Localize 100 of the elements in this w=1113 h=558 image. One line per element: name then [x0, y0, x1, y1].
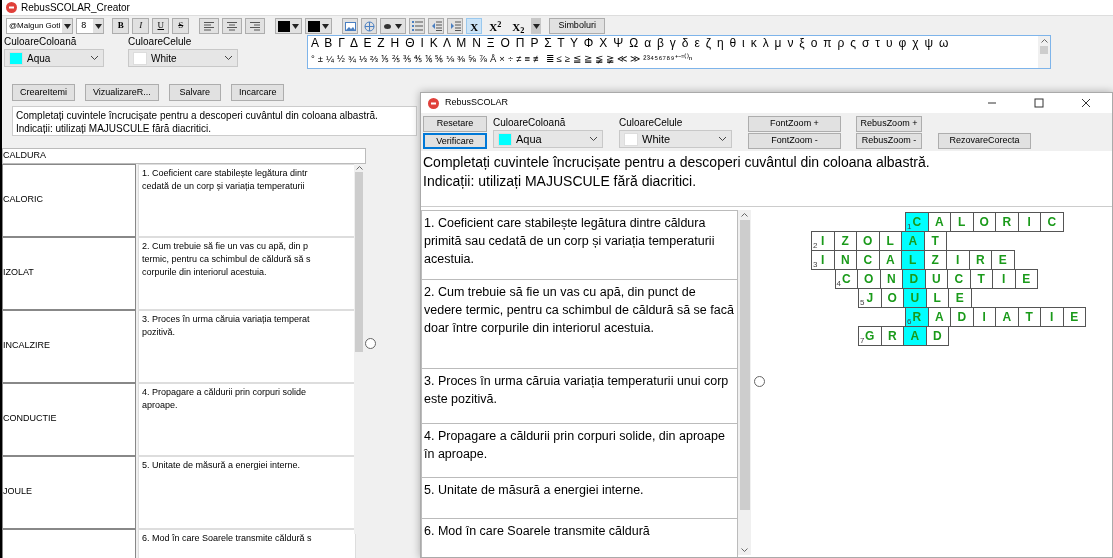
splitter-handle[interactable]	[365, 337, 376, 349]
list-button[interactable]	[409, 18, 426, 34]
align-button[interactable]	[245, 18, 266, 34]
dot-icon	[384, 23, 392, 29]
size-dropdown[interactable]: 8	[76, 18, 105, 34]
crossword-cell[interactable]: 3 I	[811, 250, 835, 270]
script-button[interactable]: X$_{2}$	[508, 18, 529, 34]
crossword-cell[interactable]: R	[995, 212, 1019, 232]
crossword-cell[interactable]: C	[1040, 212, 1064, 232]
align-button[interactable]	[199, 18, 220, 34]
splitter-handle[interactable]	[754, 376, 765, 387]
instructions-line: Completați cuvintele încrucișate pentru a descoperi cuvântul din coloana albastră.	[16, 109, 379, 122]
format-button[interactable]: S	[172, 18, 190, 34]
scrollbar[interactable]	[738, 210, 751, 555]
dropdown-value: Aqua	[27, 51, 52, 66]
crossword-cell[interactable]: I	[972, 307, 996, 327]
crossword-cell[interactable]: O	[972, 212, 996, 232]
toolbar-button[interactable]: Incarcare	[230, 84, 285, 101]
clue-number: 7	[860, 337, 865, 345]
word-cell[interactable]: JOULE	[2, 455, 136, 529]
toolbar-button[interactable]: VizualizareR...	[85, 84, 159, 101]
color-picker[interactable]	[275, 18, 303, 34]
format-button[interactable]: B	[112, 18, 130, 34]
instructions-line: Completați cuvintele încrucișate pentru a descoperi cuvântul din coloana albastră.	[423, 153, 931, 172]
clue-cell[interactable]: 6. Mod în care Soarele transmite căldură s	[138, 528, 356, 558]
cell-letter: A	[910, 328, 920, 345]
color-dropdown[interactable]: Aqua	[4, 49, 104, 67]
toolbar-button[interactable]: FontZoom +	[748, 116, 841, 132]
toolbar-button[interactable]: Salvare	[168, 84, 221, 101]
outdent-button[interactable]	[428, 18, 445, 34]
indent-button[interactable]	[447, 18, 464, 34]
close-icon[interactable]	[1081, 98, 1091, 108]
color-dropdown[interactable]: White	[619, 130, 732, 148]
symbols-panel[interactable]: Α Β Γ Δ Ε Ζ Η Θ Ι Κ Λ Μ Ν Ξ Ο Π Ρ Σ Τ Υ Φ Χ Ψ Ω α β γ δ ε ζ η θ ι κ λ μ ν ξ ο π ρ ς σ τ υ φ χ ψ ω ° ± ¼ ½ ¾ ⅓ ⅔ ⅕ ⅖ ⅗ ⅘ ⅙ ⅚ ⅛ ⅜ ⅝ ⅞ Å × ÷ ≠ ≡ ≢ ≣ ≤ ≥ ≦ ≧ ≨ ≩ ≪ ≫ ²³⁴⁵⁶⁷⁸⁹⁺⁻⁼⁽⁾ⁿ	[307, 35, 1051, 69]
crossword-cell[interactable]: T	[1017, 307, 1041, 327]
crossword-cell[interactable]: A	[995, 307, 1019, 327]
more-button[interactable]	[531, 18, 542, 34]
clue-cell[interactable]: 4. Propagare a căldurii prin corpuri solide aproape.	[138, 382, 356, 456]
word-cell[interactable]: INCALZIRE	[2, 309, 136, 383]
dropdown-value: White	[642, 131, 672, 147]
clue-item[interactable]: 6. Mod în care Soarele transmite căldură	[421, 518, 738, 557]
instructions-box[interactable]: Completați cuvintele încrucișate pentru a descoperi cuvântul din coloana albastră. Indicații: utilizați MAJUSCULE fără diacritici.	[12, 106, 417, 136]
chevron-icon	[589, 136, 598, 142]
cell-letter: R	[887, 328, 897, 345]
align-button[interactable]	[222, 18, 243, 34]
clue-cell[interactable]: 5. Unitate de măsură a energiei interne.	[138, 455, 356, 529]
maximize-icon[interactable]	[1034, 98, 1044, 108]
word-cell[interactable]: CONDUCTIE	[2, 382, 136, 456]
toolbar-button[interactable]: FontZoom -	[748, 133, 841, 149]
clue-cell[interactable]: 1. Coeficient care stabilește legătura dintr cedată de un corp și variația temperaturii	[138, 163, 356, 237]
shape-dropdown[interactable]	[380, 18, 407, 34]
globe-icon	[363, 20, 375, 32]
caret-icon	[63, 23, 71, 29]
cell-letter: I	[1002, 271, 1006, 288]
crossword-cell[interactable]: A	[927, 212, 951, 232]
image-button[interactable]	[342, 18, 359, 34]
format-button[interactable]: I	[132, 18, 150, 34]
toolbar-button[interactable]: RezovareCorecta	[938, 133, 1031, 149]
crossword-cell[interactable]: R	[880, 326, 904, 346]
crossword-cell[interactable]: 2 I	[811, 231, 835, 251]
clue-line: cedată de un corp și variația temperaturii	[142, 179, 306, 193]
cell-letter: C	[954, 271, 964, 288]
color-picker[interactable]	[305, 18, 333, 34]
clue-cell[interactable]: 2. Cum trebuie să fie un vas cu apă, din p termic, pentru ca schimbul de căldură să s corpurile din interiorul acestuia.	[138, 236, 356, 310]
crossword-cell[interactable]: E	[1014, 269, 1038, 289]
globe-button[interactable]	[361, 18, 378, 34]
crossword-cell[interactable]: I	[1040, 307, 1064, 327]
script-button[interactable]: X	[466, 18, 483, 34]
clue-item[interactable]: 5. Unitate de măsură a energiei interne.	[421, 477, 738, 519]
crossword-cell[interactable]: D	[950, 307, 974, 327]
symbols-button[interactable]: Simboluri	[549, 18, 605, 34]
script-button[interactable]: X$^{2}$	[485, 18, 506, 34]
scrollbar[interactable]	[1038, 36, 1050, 68]
toolbar-button[interactable]: RebusZoom -	[856, 133, 922, 149]
color-dropdown[interactable]: White	[128, 49, 238, 67]
key-word-field[interactable]: CALDURA	[2, 148, 366, 164]
cell-letter: U	[931, 271, 941, 288]
crossword-cell[interactable]: E	[1062, 307, 1086, 327]
crossword-cell[interactable]: E	[991, 250, 1015, 270]
format-button[interactable]: U	[152, 18, 170, 34]
word-cell[interactable]: IZOLAT	[2, 236, 136, 310]
cell-letter: I	[956, 252, 960, 269]
cell-letter: R	[1002, 214, 1012, 231]
cell-letter: C	[841, 271, 851, 288]
cell-letter: L	[933, 290, 941, 307]
toolbar-button[interactable]: Resetare	[423, 116, 487, 132]
crossword-cell[interactable]: D	[925, 326, 949, 346]
toolbar-button[interactable]: RebusZoom +	[856, 116, 922, 132]
crossword-cell[interactable]: I	[1017, 212, 1041, 232]
color-dropdown[interactable]: Aqua	[493, 130, 603, 148]
cell-letter: D	[909, 271, 919, 288]
toolbar-button[interactable]: Verificare	[423, 133, 487, 149]
crossword-cell[interactable]: L	[950, 212, 974, 232]
clue-cell[interactable]: 3. Proces în urma căruia variația temperat pozitivă.	[138, 309, 356, 383]
font-dropdown[interactable]: @Malgun Gotl	[6, 18, 74, 34]
word-cell[interactable]: CALORIC	[2, 163, 136, 237]
toolbar-button[interactable]: CreareItemi	[12, 84, 75, 101]
dropdown-value: Aqua	[516, 131, 543, 147]
clue-line: 6. Mod în care Soarele transmite căldură s	[142, 531, 313, 545]
arrow-up-icon	[1040, 39, 1048, 43]
